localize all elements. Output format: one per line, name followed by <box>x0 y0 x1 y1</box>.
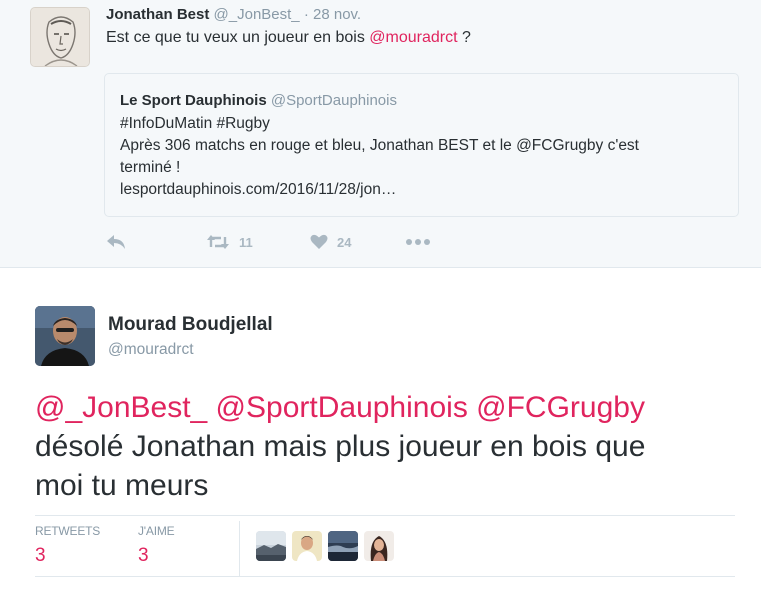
parent-tweet[interactable]: Jonathan Best @_JonBest_ · 28 nov. Est c… <box>0 0 761 268</box>
stats-bottom-divider <box>35 576 735 577</box>
retweet-icon <box>206 234 230 250</box>
quoted-link[interactable]: lesportdauphinois.com/2016/11/28/jon… <box>120 181 396 199</box>
retweets-value: 3 <box>35 545 46 566</box>
header-separator: · <box>303 6 309 23</box>
parent-tweet-text: Est ce que tu veux un joueur en bois @mo… <box>106 29 471 47</box>
main-author-handle[interactable]: @mouradrct <box>108 341 194 359</box>
stats-vertical-divider <box>239 521 240 576</box>
quoted-line-hashtags: #InfoDuMatin #Rugby <box>120 115 270 132</box>
main-tweet-text: @_JonBest_ @SportDauphinois @FCGrugby dé… <box>35 388 735 505</box>
quoted-author-name: Le Sport Dauphinois <box>120 92 267 109</box>
main-author-name[interactable]: Mourad Boudjellal <box>108 314 273 336</box>
main-tweet-text-line2: moi tu meurs <box>35 469 209 502</box>
main-tweet-text-line1: désolé Jonathan mais plus joueur en bois… <box>35 430 646 463</box>
like-button[interactable]: 24 <box>310 230 351 254</box>
heart-icon <box>310 234 328 250</box>
reply-button[interactable] <box>106 230 126 254</box>
reply-icon <box>106 234 126 250</box>
liker-avatar[interactable] <box>364 531 394 561</box>
more-dots-icon <box>405 238 431 246</box>
more-button[interactable] <box>405 230 431 254</box>
retweets-label: RETWEETS <box>35 524 101 538</box>
likes-stat[interactable]: J'AIME 3 <box>138 524 175 567</box>
liker-avatar[interactable] <box>256 531 286 561</box>
stats-top-divider <box>35 515 735 516</box>
likes-value: 3 <box>138 545 149 566</box>
retweet-count: 11 <box>239 234 253 250</box>
retweets-stat[interactable]: RETWEETS 3 <box>35 524 100 567</box>
parent-tweet-date[interactable]: 28 nov. <box>313 6 361 23</box>
parent-author-name[interactable]: Jonathan Best <box>106 6 209 23</box>
liker-avatar[interactable] <box>328 531 358 561</box>
parent-tweet-header: Jonathan Best @_JonBest_ · 28 nov. <box>106 6 361 23</box>
parent-author-handle[interactable]: @_JonBest_ <box>214 6 300 23</box>
quoted-tweet[interactable]: Le Sport Dauphinois @SportDauphinois #In… <box>104 73 739 217</box>
quoted-author-handle: @SportDauphinois <box>270 92 397 109</box>
likes-label: J'AIME <box>138 524 175 538</box>
quoted-line-body-end: terminé ! <box>120 159 181 176</box>
main-tweet-mentions[interactable]: @_JonBest_ @SportDauphinois @FCGrugby <box>35 388 735 427</box>
mention-link[interactable]: @mouradrct <box>369 29 457 46</box>
parent-text-prefix: Est ce que tu veux un joueur en bois <box>106 29 370 46</box>
parent-tweet-actions: 11 24 <box>106 230 506 254</box>
parent-text-suffix: ? <box>457 29 471 46</box>
main-author-avatar[interactable] <box>35 306 95 366</box>
quoted-line-body: Après 306 matchs en rouge et bleu, Jonat… <box>120 137 639 154</box>
quoted-tweet-header: Le Sport Dauphinois @SportDauphinois <box>120 92 397 109</box>
liker-avatar[interactable] <box>292 531 322 561</box>
like-count: 24 <box>337 234 352 250</box>
parent-author-avatar[interactable] <box>30 7 90 67</box>
retweet-button[interactable]: 11 <box>206 230 253 254</box>
